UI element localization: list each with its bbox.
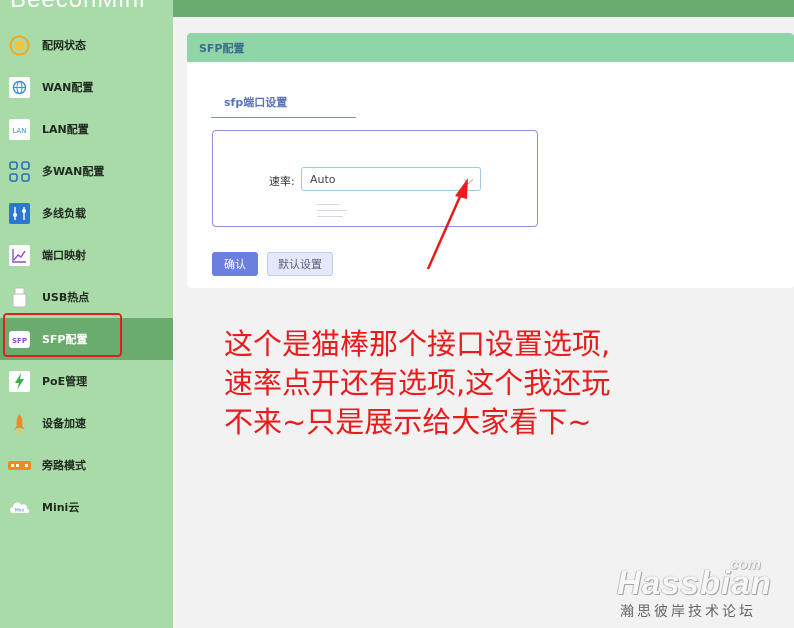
sidebar: BeeconMini 配网状态 WAN配置 LAN LAN配置 多WAN配置 多… — [0, 0, 173, 628]
lan-icon: LAN — [8, 118, 31, 141]
confirm-button[interactable]: 确认 — [212, 252, 258, 276]
sidebar-item-usb-hotspot[interactable]: USB热点 — [0, 276, 173, 318]
dropdown-shadow — [301, 198, 481, 224]
chart-line-icon — [8, 244, 31, 267]
lightning-icon — [8, 370, 31, 393]
sfp-icon: SFP — [8, 328, 31, 351]
tab-sfp-port-settings[interactable]: sfp端口设置 — [224, 94, 287, 110]
watermark-subtitle: 瀚思彼岸技术论坛 — [620, 604, 756, 620]
sidebar-item-label: WAN配置 — [42, 81, 94, 94]
sidebar-item-label: 配网状态 — [42, 39, 86, 52]
annotation-line: 速率点开还有选项,这个我还玩 — [224, 366, 611, 400]
sidebar-item-mini-cloud[interactable]: Mini Mini云 — [0, 486, 173, 528]
top-bar — [173, 0, 794, 17]
watermark-logo: Hassbian — [617, 564, 772, 601]
sliders-icon — [8, 202, 31, 225]
annotation-text: 这个是猫棒那个接口设置选项, 速率点开还有选项,这个我还玩 不来~只是展示给大家… — [224, 325, 694, 442]
switch-icon — [8, 454, 31, 477]
sidebar-item-label: USB热点 — [42, 291, 90, 304]
tab-underline — [211, 117, 356, 118]
rate-select-value: Auto — [310, 172, 336, 186]
sidebar-item-label: PoE管理 — [42, 375, 88, 388]
sidebar-item-network-status[interactable]: 配网状态 — [0, 24, 173, 66]
sidebar-item-load-balance[interactable]: 多线负载 — [0, 192, 173, 234]
sidebar-item-acceleration[interactable]: 设备加速 — [0, 402, 173, 444]
sidebar-item-bypass-mode[interactable]: 旁路模式 — [0, 444, 173, 486]
sidebar-item-label: 设备加速 — [42, 417, 86, 430]
sidebar-item-label: SFP配置 — [42, 333, 88, 346]
svg-text:LAN: LAN — [12, 127, 26, 135]
annotation-line: 不来~只是展示给大家看下~ — [224, 405, 592, 439]
sfp-config-panel: SFP配置 sfp端口设置 速率: Auto 确认 默认设置 — [187, 33, 794, 288]
panel-header: SFP配置 — [187, 33, 794, 62]
sidebar-item-label: Mini云 — [42, 501, 80, 514]
sidebar-item-lan[interactable]: LAN LAN配置 — [0, 108, 173, 150]
sidebar-item-wan[interactable]: WAN配置 — [0, 66, 173, 108]
grid-icon — [8, 160, 31, 183]
sidebar-item-sfp[interactable]: SFP SFP配置 — [0, 318, 173, 360]
sidebar-item-label: 多WAN配置 — [42, 165, 105, 178]
cloud-icon: Mini — [8, 496, 31, 519]
globe-icon — [8, 76, 31, 99]
brand-logo: BeeconMini — [10, 0, 145, 14]
usb-icon — [8, 286, 31, 309]
rate-label: 速率: — [269, 175, 295, 188]
rate-select[interactable]: Auto — [301, 167, 481, 191]
annotation-line: 这个是猫棒那个接口设置选项, — [224, 327, 611, 361]
sidebar-item-label: 旁路模式 — [42, 459, 86, 472]
chevron-down-icon — [463, 174, 474, 185]
sidebar-item-label: 多线负载 — [42, 207, 86, 220]
sun-status-icon — [8, 34, 31, 57]
sidebar-item-label: 端口映射 — [42, 249, 86, 262]
sidebar-item-multi-wan[interactable]: 多WAN配置 — [0, 150, 173, 192]
svg-text:Mini: Mini — [15, 507, 24, 513]
sidebar-item-port-mapping[interactable]: 端口映射 — [0, 234, 173, 276]
sidebar-item-poe[interactable]: PoE管理 — [0, 360, 173, 402]
rocket-icon — [8, 412, 31, 435]
sidebar-item-label: LAN配置 — [42, 123, 89, 136]
default-settings-button[interactable]: 默认设置 — [267, 252, 333, 276]
panel-title: SFP配置 — [199, 41, 245, 55]
svg-text:SFP: SFP — [12, 337, 27, 345]
